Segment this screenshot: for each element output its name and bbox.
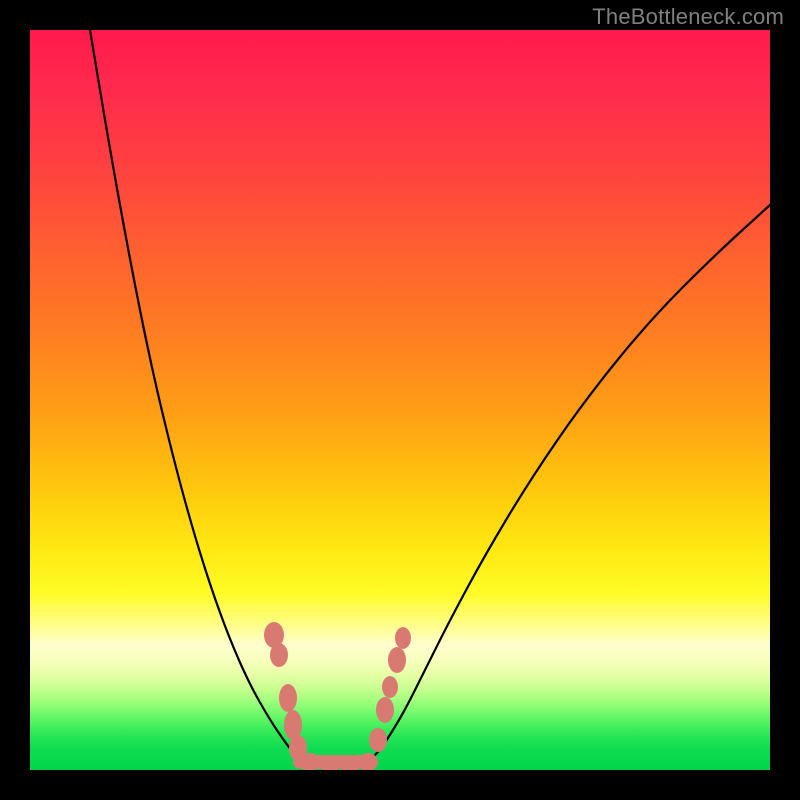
marker-right-4: [395, 627, 411, 649]
marker-right-1: [376, 697, 394, 723]
marker-right-2: [382, 676, 398, 698]
plot-area: [30, 30, 770, 770]
left-curve: [90, 30, 300, 760]
marker-left-1: [270, 643, 288, 667]
markers-left-cluster: [264, 622, 307, 761]
marker-left-2: [279, 684, 297, 712]
marker-right-3: [388, 647, 406, 673]
chart-frame: TheBottleneck.com: [0, 0, 800, 800]
right-curve: [370, 205, 770, 760]
watermark-text: TheBottleneck.com: [592, 4, 784, 30]
marker-right-0: [369, 728, 387, 752]
curves-layer: [30, 30, 770, 770]
